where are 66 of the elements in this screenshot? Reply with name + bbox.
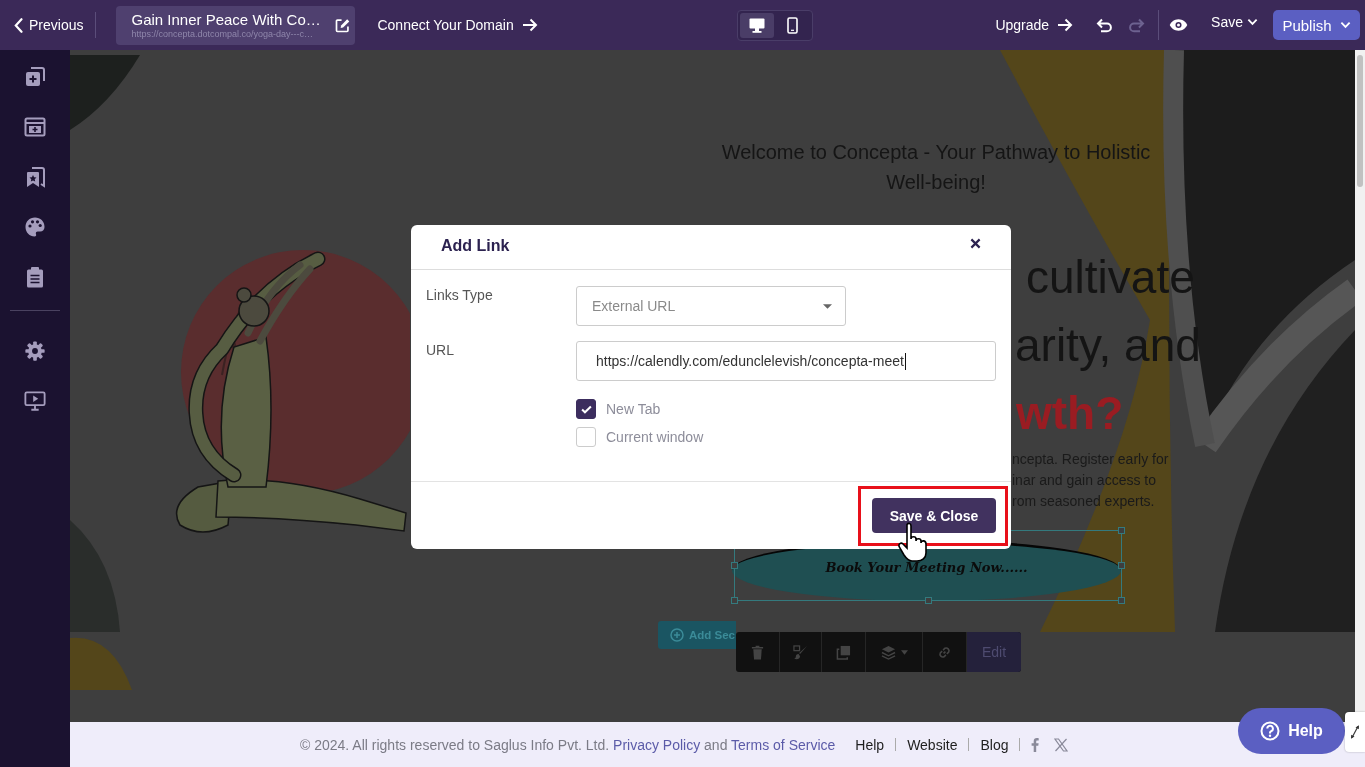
text-input-field[interactable]: https://calendly.com/edunclelevish/concepta-meet bbox=[576, 341, 996, 381]
headline-text: cultivate bbox=[1025, 250, 1195, 305]
question-circle-icon bbox=[1260, 721, 1281, 741]
legal-link[interactable]: Privacy Policy bbox=[613, 736, 701, 753]
resize-handle-icon[interactable] bbox=[1118, 527, 1125, 534]
resize-handle-icon[interactable] bbox=[731, 597, 738, 604]
page-info-panel[interactable]: Gain Inner Peace With Co… https://concepta.dotcompal.co/yoga-day---c… bbox=[116, 5, 356, 45]
dropdown-field[interactable]: External URL bbox=[576, 286, 846, 326]
blob-shape bbox=[70, 637, 132, 690]
field-label: URL bbox=[426, 341, 455, 359]
page-title: Gain Inner Peace With Co… bbox=[131, 10, 321, 29]
side-panel-tab[interactable] bbox=[1345, 712, 1365, 752]
palette-icon[interactable] bbox=[24, 216, 46, 238]
trash-icon[interactable] bbox=[750, 644, 765, 660]
plus-circle-icon bbox=[670, 628, 684, 642]
eye-icon[interactable] bbox=[1169, 18, 1189, 32]
page-url: https://concepta.dotcompal.co/yoga-day---c… bbox=[131, 28, 315, 40]
chevron-left-icon bbox=[14, 17, 23, 33]
copy-icon[interactable] bbox=[836, 644, 851, 660]
clipboard-list-icon[interactable] bbox=[24, 266, 46, 288]
monitor-icon bbox=[748, 17, 765, 33]
resize-handle-icon[interactable] bbox=[1118, 597, 1125, 604]
chevron-down-icon bbox=[1339, 21, 1351, 29]
undo-icon[interactable] bbox=[1096, 17, 1115, 33]
x-logo-icon[interactable] bbox=[1054, 737, 1069, 752]
text-cursor-icon bbox=[904, 352, 906, 370]
edit-icon[interactable] bbox=[335, 17, 351, 33]
footer-link[interactable]: Blog bbox=[980, 736, 1009, 753]
resize-handle-icon[interactable] bbox=[731, 562, 738, 569]
headline-text: wth? bbox=[1015, 386, 1124, 441]
field-label: Links Type bbox=[426, 286, 494, 304]
save-close-button[interactable]: Save & Close bbox=[872, 498, 996, 533]
caret-down-icon[interactable] bbox=[900, 649, 908, 655]
bookmark-star-icon[interactable] bbox=[24, 166, 46, 188]
help-button[interactable]: Help bbox=[1238, 708, 1345, 754]
close-icon[interactable] bbox=[970, 238, 981, 249]
monitor-play-icon[interactable] bbox=[24, 390, 46, 412]
checkbox[interactable] bbox=[576, 399, 596, 419]
arrow-right-icon bbox=[1057, 18, 1074, 32]
layers-icon[interactable] bbox=[880, 644, 896, 660]
link-icon[interactable] bbox=[937, 644, 952, 660]
resize-handle-icon[interactable] bbox=[925, 597, 932, 604]
resize-handle-icon[interactable] bbox=[1118, 562, 1125, 569]
arrow-right-icon bbox=[521, 18, 538, 32]
footer-link[interactable]: Help bbox=[855, 736, 885, 753]
previous-button[interactable]: Previous bbox=[14, 13, 84, 37]
footer-link[interactable]: Website bbox=[907, 736, 958, 753]
copyright-text: © 2024. All rights reserved to Saglus Info Pvt. Ltd. Privacy Policy and Terms of Service bbox=[300, 736, 836, 753]
caret-down-icon bbox=[823, 303, 832, 309]
checkmark-icon bbox=[580, 404, 592, 414]
connect-domain-link[interactable]: Connect Your Domain bbox=[377, 13, 538, 37]
phone-icon bbox=[787, 16, 799, 34]
chevron-down-icon bbox=[1247, 18, 1258, 26]
legal-link[interactable]: Terms of Service bbox=[731, 736, 836, 753]
scrollbar-track[interactable] bbox=[1355, 50, 1365, 712]
facebook-icon[interactable] bbox=[1031, 737, 1040, 752]
scrollbar-thumb[interactable] bbox=[1357, 55, 1363, 187]
publish-button[interactable]: Publish bbox=[1273, 10, 1360, 40]
desktop-view-button[interactable] bbox=[739, 12, 774, 38]
double-arrow-icon bbox=[1350, 724, 1360, 740]
save-button[interactable]: Save bbox=[1211, 13, 1258, 37]
browser-plus-icon[interactable] bbox=[24, 116, 46, 138]
dialog-title: Add Link bbox=[441, 237, 510, 255]
stack-plus-icon[interactable] bbox=[24, 66, 46, 88]
brush-icon[interactable] bbox=[793, 644, 808, 660]
upgrade-link[interactable]: Upgrade bbox=[995, 13, 1074, 37]
